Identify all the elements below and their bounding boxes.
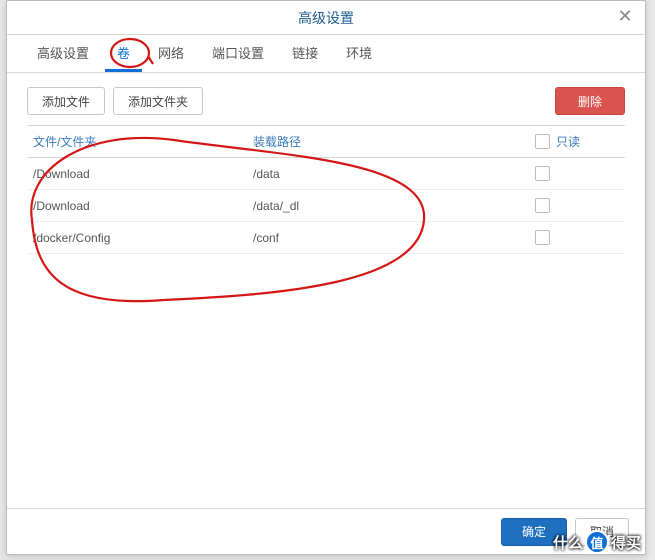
tab-bar: 高级设置 卷 网络 端口设置 链接 环境	[7, 35, 645, 73]
cell-path: /Download	[27, 167, 247, 181]
readonly-checkbox[interactable]	[535, 166, 550, 181]
cell-mount: /data/_dl	[247, 199, 535, 213]
header-readonly[interactable]: 只读	[535, 133, 625, 150]
cell-mount: /data	[247, 167, 535, 181]
add-folder-button[interactable]: 添加文件夹	[113, 87, 203, 115]
add-file-button[interactable]: 添加文件	[27, 87, 105, 115]
ok-button[interactable]: 确定	[501, 518, 567, 546]
dialog-title: 高级设置	[298, 8, 354, 28]
tab-advanced[interactable]: 高级设置	[25, 35, 101, 72]
tab-volume[interactable]: 卷	[105, 35, 142, 72]
cell-path: /Download	[27, 199, 247, 213]
header-path[interactable]: 文件/文件夹	[27, 133, 247, 150]
dialog-titlebar: 高级设置 ✕	[7, 1, 645, 35]
cancel-button[interactable]: 取消	[575, 518, 629, 546]
readonly-checkbox[interactable]	[535, 230, 550, 245]
tab-links[interactable]: 链接	[280, 35, 330, 72]
close-icon[interactable]: ✕	[615, 7, 635, 27]
cell-path: /docker/Config	[27, 231, 247, 245]
delete-button[interactable]: 删除	[555, 87, 625, 115]
table-row[interactable]: /docker/Config /conf	[27, 222, 625, 254]
cell-mount: /conf	[247, 231, 535, 245]
checkbox-icon[interactable]	[535, 134, 550, 149]
tab-network[interactable]: 网络	[146, 35, 196, 72]
readonly-checkbox[interactable]	[535, 198, 550, 213]
header-readonly-label: 只读	[556, 133, 580, 150]
table-row[interactable]: /Download /data/_dl	[27, 190, 625, 222]
header-mount[interactable]: 装载路径	[247, 133, 535, 150]
volume-grid: 文件/文件夹 装载路径 只读 /Download /data /Download…	[27, 125, 625, 498]
dialog-footer: 确定 取消	[7, 508, 645, 554]
table-row[interactable]: /Download /data	[27, 158, 625, 190]
advanced-settings-dialog: 高级设置 ✕ 高级设置 卷 网络 端口设置 链接 环境 添加文件 添加文件夹 删…	[6, 0, 646, 555]
content-area: 添加文件 添加文件夹 删除 文件/文件夹 装载路径 只读 /Download /…	[7, 73, 645, 508]
grid-header: 文件/文件夹 装载路径 只读	[27, 126, 625, 158]
tab-ports[interactable]: 端口设置	[200, 35, 276, 72]
tab-env[interactable]: 环境	[334, 35, 384, 72]
toolbar: 添加文件 添加文件夹 删除	[27, 87, 625, 115]
